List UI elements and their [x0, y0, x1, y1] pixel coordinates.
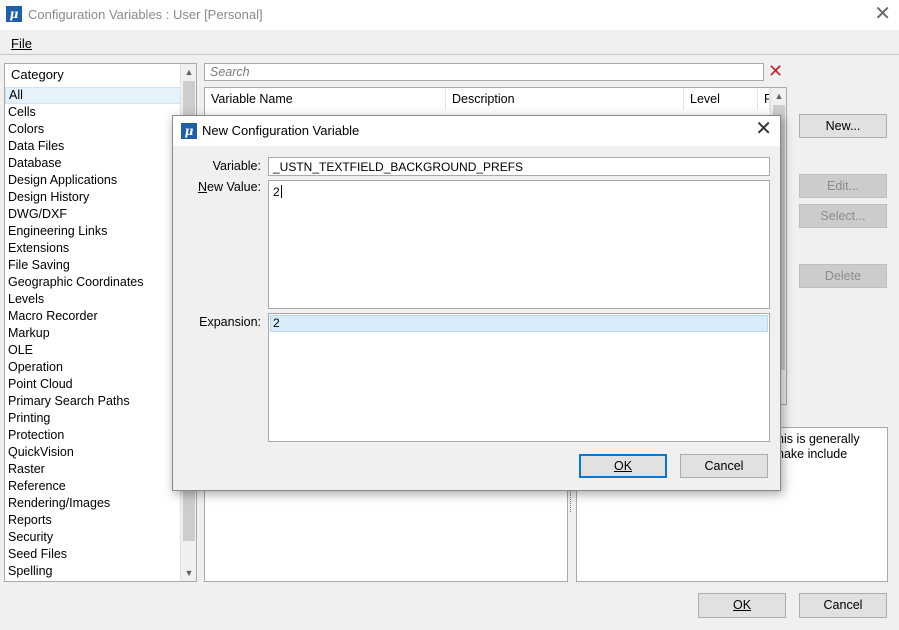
category-item[interactable]: Spelling — [5, 563, 181, 580]
column-header-level[interactable]: Level — [684, 88, 758, 110]
category-item[interactable]: DWG/DXF — [5, 206, 181, 223]
microstation-icon: μ — [181, 123, 197, 139]
category-list[interactable]: Category All Cells Colors Data Files Databas… — [4, 63, 197, 582]
main-cancel-button[interactable]: Cancel — [799, 593, 887, 618]
window-titlebar: μ Configuration Variables : User [Person… — [0, 0, 899, 31]
edit-button[interactable]: Edit... — [799, 174, 887, 198]
column-header-description[interactable]: Description — [446, 88, 684, 110]
new-value-field[interactable]: 2 — [268, 180, 770, 309]
category-item[interactable]: Reference — [5, 478, 181, 495]
category-item[interactable]: Design Applications — [5, 172, 181, 189]
category-item[interactable]: Operation — [5, 359, 181, 376]
category-item[interactable]: Cells — [5, 104, 181, 121]
dialog-titlebar: μ New Configuration Variable ✕ — [173, 116, 780, 146]
scroll-up-icon[interactable]: ▲ — [181, 64, 197, 80]
expansion-value: 2 — [270, 315, 768, 332]
category-item[interactable]: Design History — [5, 189, 181, 206]
delete-button[interactable]: Delete — [799, 264, 887, 288]
category-item[interactable]: Database — [5, 155, 181, 172]
category-item[interactable]: QuickVision — [5, 444, 181, 461]
category-item[interactable]: OLE — [5, 342, 181, 359]
microstation-icon: μ — [6, 6, 22, 22]
search-input[interactable]: Search — [204, 63, 764, 81]
dialog-ok-button[interactable]: OK — [579, 454, 667, 478]
dialog-ok-label: OK — [613, 459, 633, 473]
category-item[interactable]: All — [5, 87, 181, 104]
dialog-title: New Configuration Variable — [202, 123, 360, 138]
category-item[interactable]: Raster — [5, 461, 181, 478]
new-configuration-variable-dialog: μ New Configuration Variable ✕ Variable:… — [172, 115, 781, 491]
description-text: his is generally nake include — [777, 432, 860, 461]
category-items: All Cells Colors Data Files Database Design A… — [5, 87, 181, 580]
variable-label: Variable: — [212, 159, 261, 173]
category-item[interactable]: Colors — [5, 121, 181, 138]
category-header: Category — [11, 67, 64, 82]
category-item[interactable]: Engineering Links — [5, 223, 181, 240]
menu-bar: File — [0, 33, 899, 55]
expansion-label: Expansion: — [199, 315, 261, 329]
category-item[interactable]: Primary Search Paths — [5, 393, 181, 410]
main-ok-button[interactable]: OK — [698, 593, 786, 618]
category-item[interactable]: Security — [5, 529, 181, 546]
pane-splitter[interactable] — [570, 490, 573, 512]
close-icon[interactable]: ✕ — [874, 4, 891, 24]
category-item[interactable]: Protection — [5, 427, 181, 444]
close-icon[interactable]: ✕ — [755, 119, 772, 139]
variable-value: _USTN_TEXTFIELD_BACKGROUND_PREFS — [273, 160, 524, 174]
category-item[interactable]: Reports — [5, 512, 181, 529]
column-header-f[interactable]: F — [758, 88, 770, 110]
expansion-field[interactable]: 2 — [268, 313, 770, 442]
menu-file[interactable]: File — [11, 36, 32, 51]
category-item[interactable]: File Saving — [5, 257, 181, 274]
select-button[interactable]: Select... — [799, 204, 887, 228]
new-value-text: 2 — [273, 185, 280, 199]
category-item[interactable]: Printing — [5, 410, 181, 427]
category-item[interactable]: Point Cloud — [5, 376, 181, 393]
variable-field[interactable]: _USTN_TEXTFIELD_BACKGROUND_PREFS — [268, 157, 770, 176]
category-item[interactable]: Data Files — [5, 138, 181, 155]
category-item[interactable]: Rendering/Images — [5, 495, 181, 512]
text-caret — [280, 185, 282, 198]
new-button[interactable]: New... — [799, 114, 887, 138]
category-item[interactable]: Seed Files — [5, 546, 181, 563]
scroll-down-icon[interactable]: ▼ — [181, 565, 197, 581]
dialog-cancel-button[interactable]: Cancel — [680, 454, 768, 478]
clear-search-icon[interactable]: ✕ — [768, 61, 783, 81]
category-item[interactable]: Geographic Coordinates — [5, 274, 181, 291]
category-item[interactable]: Markup — [5, 325, 181, 342]
main-ok-label: OK — [732, 598, 752, 612]
column-header-variable-name[interactable]: Variable Name — [205, 88, 446, 110]
category-item[interactable]: Extensions — [5, 240, 181, 257]
window-title: Configuration Variables : User [Personal… — [28, 7, 263, 22]
category-item[interactable]: Levels — [5, 291, 181, 308]
menu-file-label: File — [11, 36, 32, 51]
new-value-label: New Value: — [198, 180, 261, 194]
scroll-up-icon[interactable]: ▲ — [771, 88, 787, 104]
category-item[interactable]: Macro Recorder — [5, 308, 181, 325]
